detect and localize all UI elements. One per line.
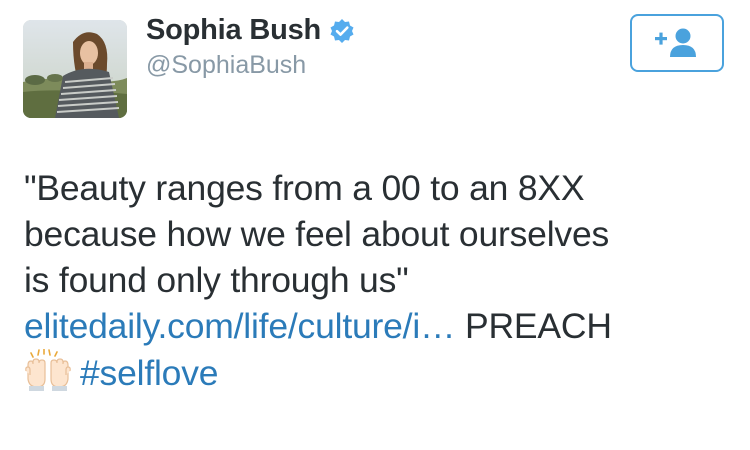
user-handle[interactable]: @SophiaBush <box>146 51 306 80</box>
verified-badge-icon <box>329 18 355 44</box>
tweet-card: Sophia Bush @SophiaBush "Beauty ranges f… <box>0 0 750 450</box>
tweet-text-word: PREACH <box>465 306 612 346</box>
tweet-text-line: because how we feel about ourselves <box>24 214 610 254</box>
avatar[interactable] <box>23 20 127 118</box>
tweet-text-line: "Beauty ranges from a 00 to an 8XX <box>24 168 585 208</box>
hashtag-link[interactable]: #selflove <box>80 353 219 393</box>
follow-button[interactable] <box>630 14 724 72</box>
tweet-link[interactable]: elitedaily.com/life/culture/i… <box>24 306 456 346</box>
avatar-photo <box>23 20 127 118</box>
raised-hands-icon <box>24 348 72 391</box>
add-user-icon <box>655 28 696 57</box>
tweet-text-line: is found only through us" <box>24 260 409 300</box>
tweet-text-line: #selflove <box>24 348 734 395</box>
tweet-text: "Beauty ranges from a 00 to an 8XX becau… <box>24 165 734 395</box>
display-name[interactable]: Sophia Bush <box>146 14 321 47</box>
tweet-text-line: elitedaily.com/life/culture/i… PREACH <box>24 303 734 349</box>
